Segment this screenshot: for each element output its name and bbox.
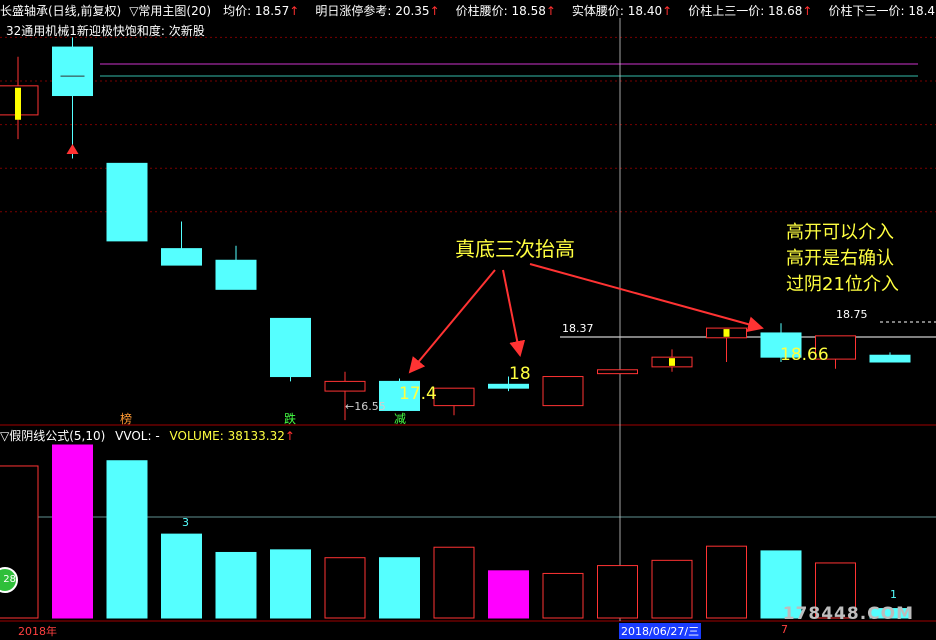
header-field-value: 18.47	[908, 4, 936, 18]
candle-body	[270, 317, 311, 378]
annotation-arrow	[408, 269, 496, 374]
header-field-2: 价柱腰价: 18.58↑	[456, 4, 564, 18]
header-field-label: 价柱下三一价:	[828, 4, 909, 18]
header-field-arrow: ↑	[802, 4, 813, 18]
candle-highlight	[723, 329, 730, 337]
stock-title: 长盛轴承(日线,前复权)	[0, 4, 122, 18]
tag-die: 跌	[284, 412, 297, 426]
header-field-4: 价柱上三一价: 18.68↑	[688, 4, 820, 18]
low-label-3: 18.66	[780, 345, 829, 365]
header-field-arrow: ↑	[662, 4, 673, 18]
volume-bar	[597, 565, 638, 619]
volume-label-1: 1	[890, 588, 897, 601]
note-line-2: 高开是右确认	[786, 248, 894, 269]
header-field-label: 明日涨停参考:	[315, 4, 396, 18]
header-field-value: 20.35	[395, 4, 430, 18]
candle-body	[106, 162, 148, 242]
header-field-label: 价柱腰价:	[455, 4, 512, 18]
note-line-3: 过阴21位介入	[786, 274, 899, 295]
header-field-1: 明日涨停参考: 20.35↑	[315, 4, 447, 18]
low-label-2: 18	[509, 364, 531, 384]
date-left: 2018年	[18, 625, 57, 638]
header-field-label: 价柱上三一价:	[688, 4, 769, 18]
low-label-1: 17.4	[399, 384, 437, 404]
header-field-label: 均价:	[223, 4, 255, 18]
date-cursor: 2018/06/27/三	[619, 623, 702, 639]
volume-bar	[379, 557, 420, 619]
volume-formula: ▽假阴线公式(5,10)	[0, 429, 106, 443]
header-fields: 均价: 18.57↑ 明日涨停参考: 20.35↑ 价柱腰价: 18.58↑ 实体腰价…	[223, 4, 936, 18]
volume-bar	[651, 559, 693, 619]
annotation-note: 高开可以介入 高开是右确认 过阴21位介入	[786, 220, 899, 298]
watermark: 178448.COM	[782, 604, 914, 624]
header-field-value: 18.58	[511, 4, 546, 18]
volume-bar	[706, 545, 747, 619]
header-field-value: 18.57	[254, 4, 290, 18]
header-field-arrow: ↑	[429, 4, 440, 18]
tag-bang: 榜	[120, 412, 133, 426]
header-field-value: 18.40	[627, 4, 663, 18]
price-16-55: ←16.55	[345, 400, 386, 413]
signal-triangle	[66, 143, 79, 154]
volume-bar	[433, 546, 475, 619]
candle-body	[324, 380, 366, 392]
volume-bar	[52, 444, 93, 619]
chart-header: 长盛轴承(日线,前复权) ▽常用主图(20) 均价: 18.57↑ 明日涨停参考: 2…	[0, 2, 936, 18]
volume-label-3: 3	[182, 516, 189, 529]
date-mark: 7	[781, 623, 788, 636]
volume-bar	[0, 465, 39, 619]
price-18-75: 18.75	[836, 308, 868, 321]
header-field-value: 18.68	[768, 4, 803, 18]
header-field-3: 实体腰价: 18.40↑	[572, 4, 680, 18]
chart-stage: { "header": { "stock": "长盛轴承(日线,前复权)", "…	[0, 0, 936, 640]
header-field-arrow: ↑	[545, 4, 556, 18]
volume-header: ▽假阴线公式(5,10) VVOL: - VOLUME: 38133.32↑	[0, 427, 295, 444]
candle-highlight	[15, 87, 21, 120]
volume-bar	[488, 570, 529, 619]
candle-body	[161, 248, 202, 266]
header-field-label: 实体腰价:	[571, 4, 628, 18]
note-line-1: 高开可以介入	[786, 222, 894, 243]
header-field-5: 价柱下三一价: 18.47↑	[828, 4, 936, 18]
vvol-label: VVOL: -	[115, 429, 160, 443]
volume-bar	[324, 557, 366, 619]
volume-label: VOLUME:	[169, 429, 228, 443]
candle-highlight	[669, 358, 675, 366]
volume-bar	[161, 533, 202, 619]
volume-bar	[215, 551, 257, 619]
candle-body	[433, 387, 475, 407]
candle-body	[542, 376, 584, 407]
annotation-arrow	[502, 269, 526, 357]
candle-body	[215, 259, 257, 290]
header-field-0: 均价: 18.57↑	[223, 4, 307, 18]
candle-body	[869, 354, 911, 363]
candle-body	[488, 383, 529, 389]
sector-line: 32通用机械1新迎极快饱和度: 次新股	[6, 24, 205, 38]
volume-bar	[542, 572, 584, 619]
volume-value: 38133.32	[227, 429, 285, 443]
tag-jian: 减	[394, 412, 407, 426]
candle-body	[597, 369, 638, 375]
price-18-37: 18.37	[562, 322, 594, 335]
volume-bar	[106, 460, 148, 619]
template-name: ▽常用主图(20)	[129, 4, 212, 18]
candle-body	[52, 46, 93, 97]
volume-bar	[270, 549, 311, 619]
annotation-arrow	[529, 263, 764, 332]
annotation-title: 真底三次抬高	[455, 237, 575, 261]
header-field-arrow: ↑	[289, 4, 300, 18]
volume-arrow: ↑	[284, 429, 295, 443]
chart-canvas	[0, 18, 936, 622]
